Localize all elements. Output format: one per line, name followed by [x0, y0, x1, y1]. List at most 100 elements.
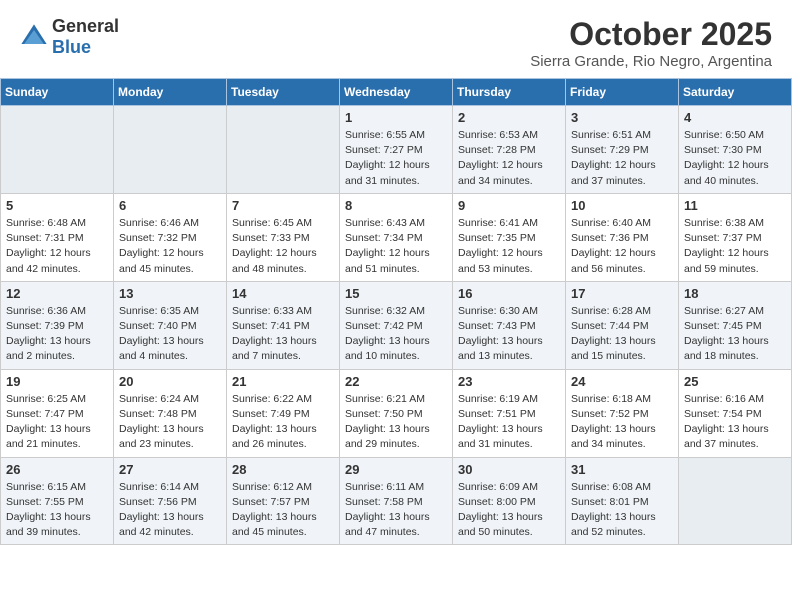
calendar-day-cell: [1, 106, 114, 194]
day-info: Sunrise: 6:41 AM Sunset: 7:35 PM Dayligh…: [458, 216, 560, 277]
day-number: 12: [6, 286, 108, 301]
calendar-day-cell: 3 Sunrise: 6:51 AM Sunset: 7:29 PM Daylig…: [566, 106, 679, 194]
day-info: Sunrise: 6:32 AM Sunset: 7:42 PM Dayligh…: [345, 304, 447, 365]
calendar-day-cell: 2Sunrise: 6:53 AM Sunset: 7:28 PM Daylig…: [453, 106, 566, 194]
day-number: 31: [571, 462, 673, 477]
calendar-day-cell: 15 Sunrise: 6:32 AM Sunset: 7:42 PM Dayli…: [340, 281, 453, 369]
day-number: 3: [571, 110, 673, 125]
day-number: 17: [571, 286, 673, 301]
calendar-day-cell: [114, 106, 227, 194]
weekday-header: Saturday: [679, 79, 792, 106]
day-number: 10: [571, 198, 673, 213]
day-number: 4: [684, 110, 786, 125]
calendar-day-cell: [679, 457, 792, 545]
calendar-day-cell: 22 Sunrise: 6:21 AM Sunset: 7:50 PM Dayli…: [340, 369, 453, 457]
day-number: 22: [345, 374, 447, 389]
calendar-day-cell: [227, 106, 340, 194]
day-info: Sunrise: 6:14 AM Sunset: 7:56 PM Dayligh…: [119, 480, 221, 541]
calendar-week-row: 5Sunrise: 6:48 AM Sunset: 7:31 PM Daylig…: [1, 193, 792, 281]
day-number: 6: [119, 198, 221, 213]
day-info: Sunrise: 6:21 AM Sunset: 7:50 PM Dayligh…: [345, 392, 447, 453]
weekday-header: Thursday: [453, 79, 566, 106]
day-info: Sunrise: 6:50 AM Sunset: 7:30 PM Dayligh…: [684, 128, 786, 189]
day-info: Sunrise: 6:33 AM Sunset: 7:41 PM Dayligh…: [232, 304, 334, 365]
day-number: 16: [458, 286, 560, 301]
day-info: Sunrise: 6:45 AM Sunset: 7:33 PM Dayligh…: [232, 216, 334, 277]
day-info: Sunrise: 6:24 AM Sunset: 7:48 PM Dayligh…: [119, 392, 221, 453]
calendar-day-cell: 16Sunrise: 6:30 AM Sunset: 7:43 PM Dayli…: [453, 281, 566, 369]
day-number: 19: [6, 374, 108, 389]
day-info: Sunrise: 6:22 AM Sunset: 7:49 PM Dayligh…: [232, 392, 334, 453]
day-number: 24: [571, 374, 673, 389]
calendar-day-cell: 1 Sunrise: 6:55 AM Sunset: 7:27 PM Daylig…: [340, 106, 453, 194]
day-number: 28: [232, 462, 334, 477]
day-info: Sunrise: 6:46 AM Sunset: 7:32 PM Dayligh…: [119, 216, 221, 277]
logo-icon: [20, 23, 48, 51]
day-info: Sunrise: 6:51 AM Sunset: 7:29 PM Dayligh…: [571, 128, 673, 189]
calendar-day-cell: 23 Sunrise: 6:19 AM Sunset: 7:51 PM Dayli…: [453, 369, 566, 457]
day-info: Sunrise: 6:11 AM Sunset: 7:58 PM Dayligh…: [345, 480, 447, 541]
calendar-day-cell: 14Sunrise: 6:33 AM Sunset: 7:41 PM Dayli…: [227, 281, 340, 369]
calendar-week-row: 1 Sunrise: 6:55 AM Sunset: 7:27 PM Daylig…: [1, 106, 792, 194]
day-info: Sunrise: 6:55 AM Sunset: 7:27 PM Dayligh…: [345, 128, 447, 189]
day-info: Sunrise: 6:19 AM Sunset: 7:51 PM Dayligh…: [458, 392, 560, 453]
calendar-day-cell: 13 Sunrise: 6:35 AM Sunset: 7:40 PM Dayli…: [114, 281, 227, 369]
day-number: 23: [458, 374, 560, 389]
day-number: 2: [458, 110, 560, 125]
calendar-day-cell: 9 Sunrise: 6:41 AM Sunset: 7:35 PM Daylig…: [453, 193, 566, 281]
calendar-day-cell: 30 Sunrise: 6:09 AM Sunset: 8:00 PM Dayli…: [453, 457, 566, 545]
calendar-day-cell: 20Sunrise: 6:24 AM Sunset: 7:48 PM Dayli…: [114, 369, 227, 457]
calendar-week-row: 19Sunrise: 6:25 AM Sunset: 7:47 PM Dayli…: [1, 369, 792, 457]
day-info: Sunrise: 6:36 AM Sunset: 7:39 PM Dayligh…: [6, 304, 108, 365]
day-number: 21: [232, 374, 334, 389]
day-info: Sunrise: 6:43 AM Sunset: 7:34 PM Dayligh…: [345, 216, 447, 277]
weekday-header: Tuesday: [227, 79, 340, 106]
page-header: General Blue October 2025 Sierra Grande,…: [0, 0, 792, 78]
calendar-day-cell: 31Sunrise: 6:08 AM Sunset: 8:01 PM Dayli…: [566, 457, 679, 545]
calendar-day-cell: 6 Sunrise: 6:46 AM Sunset: 7:32 PM Daylig…: [114, 193, 227, 281]
calendar-day-cell: 4 Sunrise: 6:50 AM Sunset: 7:30 PM Daylig…: [679, 106, 792, 194]
calendar-day-cell: 18 Sunrise: 6:27 AM Sunset: 7:45 PM Dayli…: [679, 281, 792, 369]
day-number: 7: [232, 198, 334, 213]
logo: General Blue: [20, 16, 119, 58]
calendar-week-row: 12 Sunrise: 6:36 AM Sunset: 7:39 PM Dayli…: [1, 281, 792, 369]
calendar-day-cell: 27 Sunrise: 6:14 AM Sunset: 7:56 PM Dayli…: [114, 457, 227, 545]
calendar-day-cell: 8 Sunrise: 6:43 AM Sunset: 7:34 PM Daylig…: [340, 193, 453, 281]
calendar-day-cell: 12 Sunrise: 6:36 AM Sunset: 7:39 PM Dayli…: [1, 281, 114, 369]
day-info: Sunrise: 6:35 AM Sunset: 7:40 PM Dayligh…: [119, 304, 221, 365]
logo-blue: Blue: [52, 37, 91, 57]
calendar-day-cell: 17 Sunrise: 6:28 AM Sunset: 7:44 PM Dayli…: [566, 281, 679, 369]
day-number: 8: [345, 198, 447, 213]
day-number: 11: [684, 198, 786, 213]
day-number: 15: [345, 286, 447, 301]
day-info: Sunrise: 6:28 AM Sunset: 7:44 PM Dayligh…: [571, 304, 673, 365]
calendar-day-cell: 26Sunrise: 6:15 AM Sunset: 7:55 PM Dayli…: [1, 457, 114, 545]
day-info: Sunrise: 6:12 AM Sunset: 7:57 PM Dayligh…: [232, 480, 334, 541]
day-info: Sunrise: 6:27 AM Sunset: 7:45 PM Dayligh…: [684, 304, 786, 365]
day-number: 18: [684, 286, 786, 301]
day-number: 25: [684, 374, 786, 389]
day-info: Sunrise: 6:09 AM Sunset: 8:00 PM Dayligh…: [458, 480, 560, 541]
day-info: Sunrise: 6:40 AM Sunset: 7:36 PM Dayligh…: [571, 216, 673, 277]
calendar-day-cell: 29 Sunrise: 6:11 AM Sunset: 7:58 PM Dayli…: [340, 457, 453, 545]
day-number: 27: [119, 462, 221, 477]
day-number: 9: [458, 198, 560, 213]
calendar-day-cell: 19Sunrise: 6:25 AM Sunset: 7:47 PM Dayli…: [1, 369, 114, 457]
weekday-header: Wednesday: [340, 79, 453, 106]
calendar-day-cell: 10 Sunrise: 6:40 AM Sunset: 7:36 PM Dayli…: [566, 193, 679, 281]
calendar-week-row: 26Sunrise: 6:15 AM Sunset: 7:55 PM Dayli…: [1, 457, 792, 545]
weekday-header: Sunday: [1, 79, 114, 106]
logo-general: General: [52, 16, 119, 36]
day-number: 30: [458, 462, 560, 477]
calendar-day-cell: 28 Sunrise: 6:12 AM Sunset: 7:57 PM Dayli…: [227, 457, 340, 545]
day-number: 26: [6, 462, 108, 477]
day-number: 29: [345, 462, 447, 477]
day-info: Sunrise: 6:38 AM Sunset: 7:37 PM Dayligh…: [684, 216, 786, 277]
day-number: 13: [119, 286, 221, 301]
weekday-header-row: SundayMondayTuesdayWednesdayThursdayFrid…: [1, 79, 792, 106]
day-number: 1: [345, 110, 447, 125]
day-info: Sunrise: 6:18 AM Sunset: 7:52 PM Dayligh…: [571, 392, 673, 453]
location-title: Sierra Grande, Rio Negro, Argentina: [530, 53, 772, 70]
day-info: Sunrise: 6:48 AM Sunset: 7:31 PM Dayligh…: [6, 216, 108, 277]
calendar-day-cell: 25Sunrise: 6:16 AM Sunset: 7:54 PM Dayli…: [679, 369, 792, 457]
